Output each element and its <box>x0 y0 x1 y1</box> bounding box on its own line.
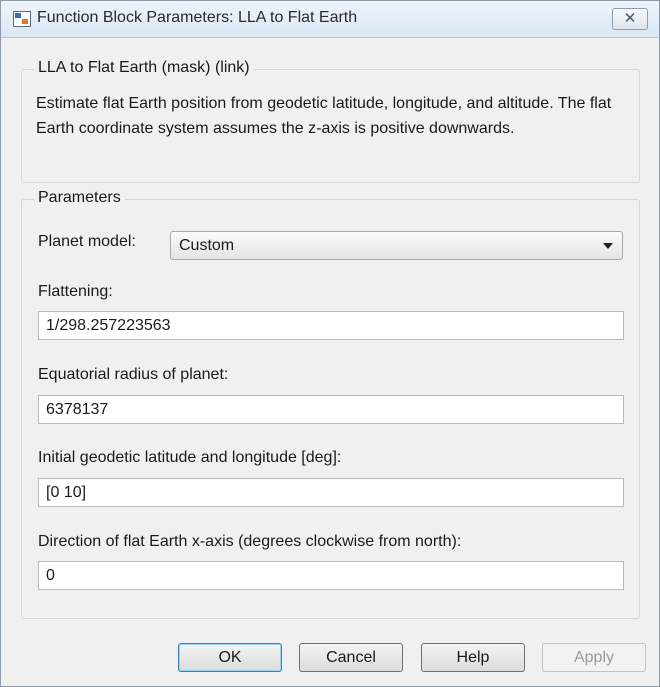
chevron-down-icon <box>603 243 613 249</box>
block-heading: LLA to Flat Earth (mask) (link) <box>34 59 254 77</box>
block-description: Estimate flat Earth position from geodet… <box>36 95 612 137</box>
window-title: Function Block Parameters: LLA to Flat E… <box>37 9 358 26</box>
dialog-window: Function Block Parameters: LLA to Flat E… <box>0 0 660 687</box>
ok-button[interactable]: OK <box>178 643 282 672</box>
flattening-field[interactable]: 1/298.257223563 <box>38 311 624 340</box>
dialog-content: LLA to Flat Earth (mask) (link) Estimate… <box>1 38 659 686</box>
initial-lat-lon-field[interactable]: [0 10] <box>38 478 624 507</box>
flattening-label: Flattening: <box>38 283 113 300</box>
equatorial-radius-label: Equatorial radius of planet: <box>38 366 229 383</box>
equatorial-radius-field[interactable]: 6378137 <box>38 395 624 424</box>
title-bar[interactable]: Function Block Parameters: LLA to Flat E… <box>1 1 659 38</box>
parameters-group: Parameters Planet model: Custom Flatteni… <box>21 189 640 619</box>
x-axis-direction-label: Direction of flat Earth x-axis (degrees … <box>38 533 462 550</box>
cancel-button[interactable]: Cancel <box>299 643 403 672</box>
planet-model-dropdown[interactable]: Custom <box>170 231 623 260</box>
planet-model-value: Custom <box>179 237 235 254</box>
simulink-block-icon <box>13 11 31 27</box>
block-description-group: LLA to Flat Earth (mask) (link) Estimate… <box>21 59 640 183</box>
apply-button[interactable]: Apply <box>542 643 646 672</box>
initial-lat-lon-label: Initial geodetic latitude and longitude … <box>38 449 342 466</box>
close-icon: ✕ <box>623 10 637 27</box>
close-button[interactable]: ✕ <box>612 8 648 30</box>
x-axis-direction-field[interactable]: 0 <box>38 561 624 590</box>
parameters-heading: Parameters <box>34 189 125 207</box>
planet-model-label: Planet model: <box>38 233 136 250</box>
help-button[interactable]: Help <box>421 643 525 672</box>
